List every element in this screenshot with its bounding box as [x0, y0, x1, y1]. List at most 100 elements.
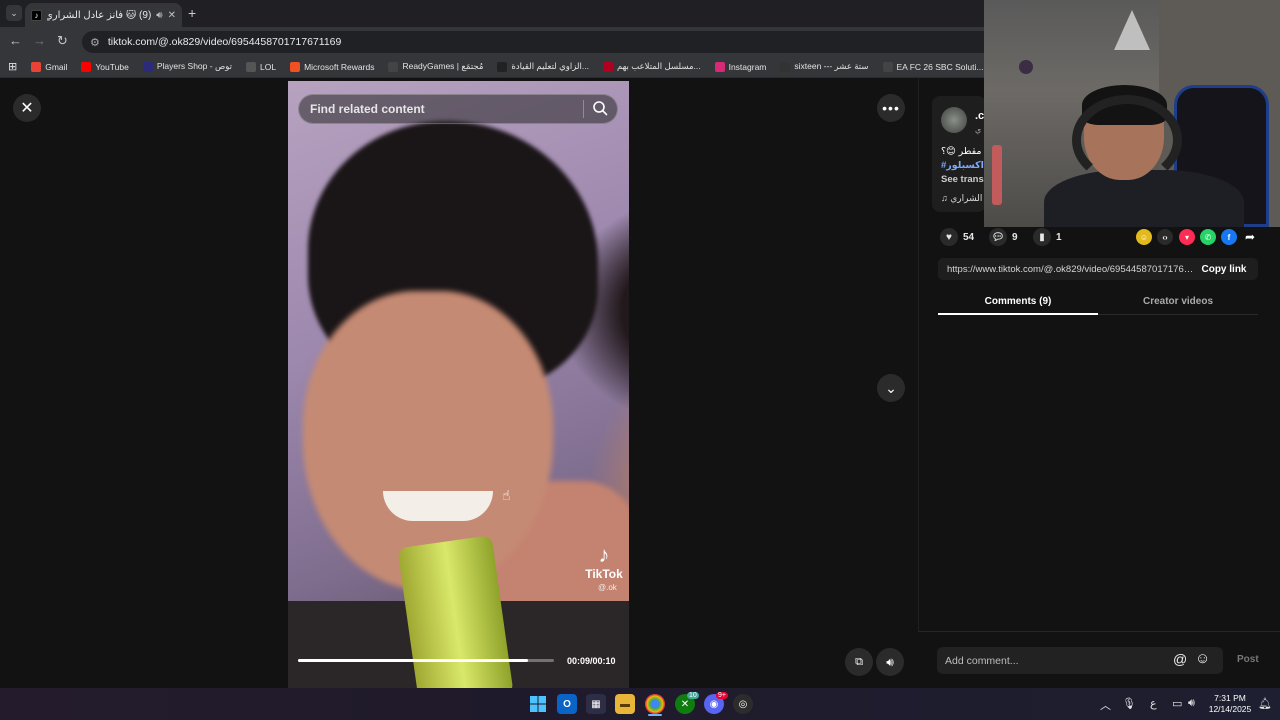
more-options-icon[interactable]: •••	[877, 94, 905, 122]
progress-fill	[298, 659, 529, 662]
search-divider	[583, 100, 584, 118]
windows-taskbar	[0, 688, 1280, 720]
music-link[interactable]: ♫ الشراري	[941, 193, 982, 204]
url-text: tiktok.com/@.ok829/video/695445870171767…	[107, 36, 342, 48]
bookmark-item[interactable]: Players Shop - توص	[142, 61, 232, 72]
search-placeholder: Find related content	[310, 102, 425, 116]
friends-share-icon[interactable]: ☺	[1136, 229, 1152, 245]
heart-icon: ♥	[940, 228, 958, 246]
clock-time: 7:31 PM	[1214, 693, 1246, 703]
bookmark-label: مسلسل المتلاعب بهم...	[616, 61, 701, 71]
embed-icon[interactable]: ‹›	[1157, 229, 1173, 245]
music-title: الشراري	[950, 193, 983, 203]
windows-start-icon[interactable]	[528, 694, 548, 714]
speaker-icon[interactable]: 🔊︎	[1188, 697, 1195, 710]
system-clock[interactable]: 7:31 PM 12/14/2025	[1206, 693, 1254, 715]
bookmark-item[interactable]: ReadyGames | مُجتمَع	[388, 61, 483, 72]
bookmark-label: LOL	[260, 61, 277, 72]
clock-date: 12/14/2025	[1208, 704, 1252, 714]
comment-icon: 💬︎	[989, 228, 1007, 246]
facebook-icon[interactable]: f	[1221, 229, 1237, 245]
bookmark-icon: ▮	[1033, 228, 1051, 246]
comment-count: 9	[1012, 231, 1018, 243]
chrome-icon[interactable]	[645, 694, 665, 714]
tiktok-favicon-icon: ♪	[31, 9, 42, 21]
bookmark-item[interactable]: Gmail	[31, 61, 68, 72]
bookmark-item[interactable]: YouTube	[81, 61, 129, 72]
post-button[interactable]: Post	[1237, 654, 1259, 665]
bookmark-item[interactable]: EA FC 26 SBC Soluti...	[882, 61, 984, 72]
volume-icon[interactable]: 🔊︎	[876, 648, 904, 676]
sixteen-icon	[780, 61, 791, 72]
search-icon[interactable]	[592, 100, 608, 116]
bookmark-label: EA FC 26 SBC Soluti...	[896, 61, 984, 72]
copy-link-button[interactable]: Copy link	[1195, 258, 1253, 280]
see-translation-link[interactable]: See trans	[941, 174, 984, 185]
bookmark-item[interactable]: Microsoft Rewards	[290, 61, 374, 72]
xbox-badge: 10	[687, 692, 699, 699]
browser-tab-active[interactable]: ♪ (9) 🐱 فانز عادل الشراري 🐱 🔊︎ ✕	[25, 3, 182, 27]
forward-arrow-icon[interactable]: →	[33, 33, 46, 48]
share-link-text: https://www.tiktok.com/@.ok829/video/695…	[947, 263, 1197, 275]
comment-placeholder: Add comment...	[945, 654, 1019, 667]
tab-close-icon[interactable]: ✕	[168, 10, 176, 21]
bookmark-item[interactable]: LOL	[246, 61, 277, 72]
bookmark-label: Players Shop - توص	[156, 61, 232, 71]
bookmark-label: Instagram	[728, 61, 767, 72]
search-input[interactable]: Find related content	[298, 94, 618, 124]
save-button[interactable]: ▮ 1	[1033, 228, 1062, 246]
comment-button[interactable]: 💬︎ 9	[989, 228, 1018, 246]
video-player[interactable]	[288, 81, 629, 688]
video-time: 00:09/00:10	[567, 656, 616, 666]
instagram-icon	[714, 61, 725, 72]
file-explorer-icon[interactable]: ▬	[615, 694, 635, 714]
youtube-icon	[81, 61, 92, 72]
series-icon	[602, 61, 613, 72]
mouse-cursor-icon: ☝	[502, 487, 511, 503]
bookmark-item[interactable]: sixteen --- ستة عشر	[780, 61, 869, 72]
site-info-icon[interactable]: ⚙	[90, 36, 100, 49]
tab-search-icon[interactable]: ⌄	[6, 5, 22, 21]
network-icon[interactable]: ▭	[1172, 697, 1182, 710]
whatsapp-icon[interactable]: ✆	[1200, 229, 1216, 245]
avatar[interactable]	[941, 107, 967, 133]
bookmark-item[interactable]: Instagram	[714, 61, 767, 72]
tab-title: (9) 🐱 فانز عادل الشراري 🐱	[47, 9, 152, 21]
keyboard-language[interactable]: ع	[1150, 697, 1157, 710]
picture-in-picture-icon[interactable]: ⧉	[845, 648, 873, 676]
mention-icon[interactable]: @	[1173, 651, 1187, 667]
tiktok-watermark-text: TikTok	[585, 567, 623, 581]
address-bar[interactable]: ⚙ tiktok.com/@.ok829/video/6954458701717…	[82, 31, 1002, 53]
like-button[interactable]: ♥ 54	[940, 228, 974, 246]
bookmark-label: ReadyGames | مُجتمَع	[402, 61, 484, 71]
tab-audio-icon[interactable]: 🔊︎	[156, 10, 162, 21]
hashtag-link[interactable]: #اكسبلور	[941, 160, 984, 171]
app-icon[interactable]: ◎	[733, 694, 753, 714]
bookmark-label: YouTube	[95, 61, 129, 72]
chevron-down-icon[interactable]: ⌄	[877, 374, 905, 402]
like-count: 54	[963, 231, 975, 243]
readygames-icon	[388, 61, 399, 72]
gmail-icon	[31, 61, 42, 72]
share-arrow-icon[interactable]: ➦	[1242, 229, 1258, 245]
webcam-overlay	[984, 0, 1280, 227]
bookmark-label: Gmail	[45, 61, 68, 72]
reload-icon[interactable]: ↻	[57, 33, 68, 49]
notification-icon[interactable]: 🔔︎	[1258, 697, 1272, 710]
bookmark-item[interactable]: مسلسل المتلاعب بهم...	[602, 61, 701, 72]
emoji-icon[interactable]: ☺	[1195, 650, 1210, 667]
ea-icon	[882, 61, 893, 72]
close-icon[interactable]: ✕	[13, 94, 41, 122]
author-name[interactable]: .c	[975, 110, 984, 122]
outlook-icon[interactable]: O	[557, 694, 577, 714]
bookmark-item[interactable]: الزاوي لتعليم القيادة...	[497, 61, 589, 72]
microphone-icon[interactable]: 🎙︎	[1122, 697, 1136, 710]
send-icon[interactable]: ▾	[1179, 229, 1195, 245]
back-arrow-icon[interactable]: ←	[9, 33, 22, 48]
apps-grid-icon[interactable]: ⊞	[8, 60, 17, 73]
new-tab-button[interactable]: +	[188, 6, 196, 20]
store-icon[interactable]: ▦	[586, 694, 606, 714]
tab-creator-videos[interactable]: Creator videos	[1098, 289, 1258, 315]
tab-comments[interactable]: Comments (9)	[938, 289, 1098, 315]
tray-chevron-icon[interactable]: ︿	[1100, 697, 1111, 713]
